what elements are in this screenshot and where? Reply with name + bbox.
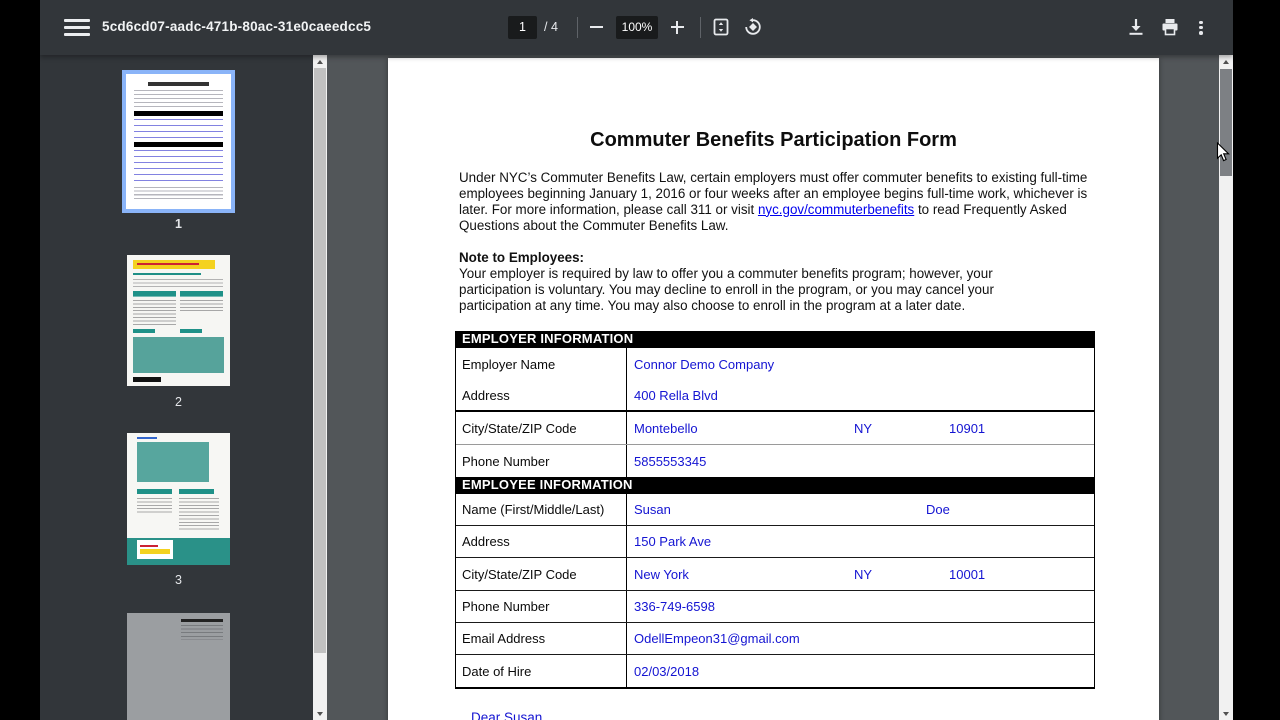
download-button[interactable] [1123,14,1149,40]
employee-city-state-zip-value: New YorkNY10001 [626,558,1094,590]
table-row-employer-city-state-zip: City/State/ZIP Code MontebelloNY10901 [456,412,1094,445]
table-row-date-of-hire: Date of Hire 02/03/2018 [456,655,1094,687]
rotate-button[interactable] [740,14,766,40]
table-row-employer-address: Address 400 Rella Blvd [456,380,1094,412]
thumbnail-page-3[interactable] [127,433,230,565]
page-3-thumbnail-preview [127,433,230,565]
scroll-down-icon[interactable] [1219,707,1233,720]
table-row-employer-phone: Phone Number 5855553345 [456,445,1094,477]
date-of-hire-value: 02/03/2018 [626,655,1094,687]
employer-address-value: 400 Rella Blvd [626,380,1094,410]
zoom-out-icon [590,26,603,28]
page-number-input[interactable]: 1 [508,16,537,39]
field-label: Address [456,526,626,557]
pdf-viewer-app: 5cd6cd07-aadc-471b-80ac-31e0caeedcc5 1 /… [40,0,1233,720]
field-label: City/State/ZIP Code [456,412,626,444]
scroll-down-icon[interactable] [313,707,327,720]
scroll-up-icon[interactable] [1219,55,1233,68]
document-title: Commuter Benefits Participation Form [388,129,1159,152]
employee-zip-value: 10001 [949,567,985,582]
page-1-thumbnail-preview [126,74,231,209]
menu-icon[interactable] [64,19,90,36]
page-4-thumbnail-preview [127,613,230,720]
sidebar-scrollbar[interactable] [313,55,327,720]
sidebar-scrollbar-thumb[interactable] [314,68,326,653]
note-body: Your employer is required by law to offe… [459,266,1059,314]
field-label: Phone Number [456,591,626,622]
employee-phone-value: 336-749-6598 [626,591,1094,622]
page-2-thumbnail-preview [127,255,230,386]
employer-section-header: EMPLOYER INFORMATION [456,331,1094,348]
zoom-out-button[interactable] [583,14,609,40]
field-label: Date of Hire [456,655,626,687]
document-filename: 5cd6cd07-aadc-471b-80ac-31e0caeedcc5 [102,19,371,34]
print-button[interactable] [1157,14,1183,40]
field-label: Name (First/Middle/Last) [456,494,626,525]
employer-state-value: NY [854,421,949,436]
thumbnail-sidebar: 1 2 3 [40,55,313,720]
document-scrollbar[interactable] [1219,55,1233,720]
employee-city-value: New York [634,567,854,582]
employer-zip-value: 10901 [949,421,985,436]
thumbnail-label-1: 1 [122,217,235,231]
field-label: Email Address [456,623,626,654]
thumbnail-label-2: 2 [127,395,230,409]
rotate-icon [744,18,762,36]
download-icon [1127,18,1145,36]
employee-last-name-value: Doe [926,502,950,517]
pdf-page-1: Commuter Benefits Participation Form Und… [388,58,1159,720]
table-row-employee-name: Name (First/Middle/Last) SusanDoe [456,494,1094,526]
table-row-employee-address: Address 150 Park Ave [456,526,1094,558]
field-label: Phone Number [456,445,626,477]
thumbnail-label-3: 3 [127,573,230,587]
table-row-employee-city-state-zip: City/State/ZIP Code New YorkNY10001 [456,558,1094,591]
thumbnail-page-1[interactable] [122,70,235,213]
field-label: City/State/ZIP Code [456,558,626,590]
thumbnail-page-2[interactable] [127,255,230,386]
employee-email-value: OdellEmpeon31@gmail.com [626,623,1094,654]
fit-page-button[interactable] [708,14,734,40]
note-heading: Note to Employees: [459,250,584,266]
document-scrollbar-thumb[interactable] [1220,69,1232,176]
print-icon [1161,18,1179,36]
employee-address-value: 150 Park Ave [626,526,1094,557]
employer-city-value: Montebello [634,421,854,436]
employer-name-value: Connor Demo Company [626,348,1094,380]
more-options-button[interactable] [1190,14,1212,40]
zoom-level-input[interactable]: 100% [616,16,658,39]
zoom-in-button[interactable] [664,14,690,40]
field-label: Employer Name [456,348,626,380]
table-row-employee-email: Email Address OdellEmpeon31@gmail.com [456,623,1094,655]
toolbar-divider [700,17,701,38]
employer-phone-value: 5855553345 [626,445,1094,477]
scroll-up-icon[interactable] [313,55,327,68]
fit-page-icon [713,18,729,36]
employee-first-name-value: Susan [634,502,926,517]
page-count-label: / 4 [544,20,558,34]
commuterbenefits-link[interactable]: nyc.gov/commuterbenefits [758,202,914,217]
employer-city-state-zip-value: MontebelloNY10901 [626,412,1094,444]
zoom-in-icon [671,21,684,34]
field-label: Address [456,380,626,410]
document-viewer: Commuter Benefits Participation Form Und… [327,55,1219,720]
pdf-toolbar: 5cd6cd07-aadc-471b-80ac-31e0caeedcc5 1 /… [40,0,1233,55]
toolbar-divider [577,17,578,38]
table-row-employer-name: Employer Name Connor Demo Company [456,348,1094,380]
employee-state-value: NY [854,567,949,582]
participation-form-table: EMPLOYER INFORMATION Employer Name Conno… [455,331,1095,689]
employee-section-header: EMPLOYEE INFORMATION [456,477,1094,494]
employee-name-value: SusanDoe [626,494,1094,525]
closing-salutation: Dear Susan [471,710,542,720]
thumbnail-page-4[interactable] [127,613,230,720]
table-row-employee-phone: Phone Number 336-749-6598 [456,591,1094,623]
intro-paragraph: Under NYC’s Commuter Benefits Law, certa… [459,170,1093,234]
